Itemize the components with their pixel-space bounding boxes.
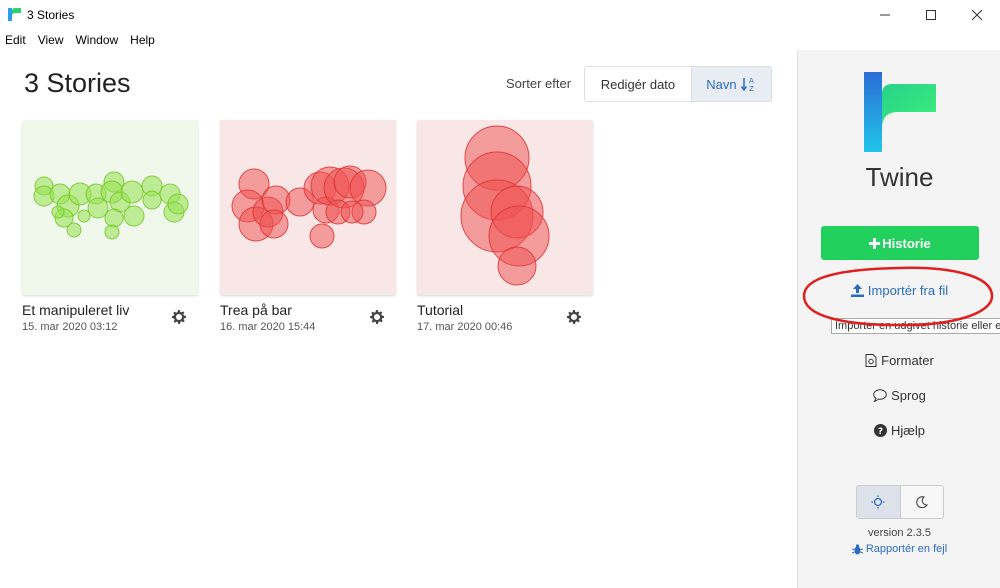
menu-help[interactable]: Help bbox=[130, 33, 155, 47]
minimize-button[interactable] bbox=[862, 0, 908, 30]
question-circle-icon: ? bbox=[874, 424, 888, 437]
upload-icon bbox=[850, 284, 864, 297]
sidebar: Twine Historie Importér fra fil Importer… bbox=[797, 50, 1000, 588]
maximize-button[interactable] bbox=[908, 0, 954, 30]
twine-logo-icon bbox=[8, 8, 21, 21]
story-thumbnail[interactable] bbox=[417, 120, 593, 295]
report-bug-link[interactable]: Rapportér en fejl bbox=[798, 543, 1000, 555]
new-story-label: Historie bbox=[882, 235, 931, 251]
sort-by-name-label: Navn bbox=[706, 76, 737, 92]
menu-window[interactable]: Window bbox=[75, 33, 118, 47]
help-label: Hjælp bbox=[891, 423, 925, 438]
close-icon bbox=[972, 10, 982, 20]
story-card[interactable]: Et manipuleret liv 15. mar 2020 03:12 bbox=[22, 120, 198, 333]
maximize-icon bbox=[926, 10, 936, 20]
gear-icon[interactable] bbox=[567, 310, 581, 324]
svg-text:A: A bbox=[749, 77, 754, 85]
window-titlebar: 3 Stories bbox=[0, 0, 1000, 30]
story-map-preview bbox=[33, 171, 189, 240]
plus-icon bbox=[869, 237, 881, 249]
new-story-button[interactable]: Historie bbox=[821, 226, 979, 260]
document-icon bbox=[865, 354, 877, 367]
sort-alpha-icon: A Z bbox=[740, 77, 754, 92]
story-card[interactable]: Trea på bar 16. mar 2020 15:44 bbox=[220, 120, 396, 333]
svg-text:?: ? bbox=[878, 427, 883, 437]
import-label: Importér fra fil bbox=[867, 283, 949, 298]
report-label: Rapportér en fejl bbox=[865, 543, 948, 555]
window-title: 3 Stories bbox=[27, 8, 75, 22]
dark-theme-button[interactable] bbox=[899, 486, 943, 518]
sort-toggle: Redigér dato Navn A Z bbox=[584, 66, 772, 102]
gear-icon[interactable] bbox=[172, 310, 186, 324]
sort-by-name-button[interactable]: Navn A Z bbox=[691, 67, 771, 101]
sun-icon bbox=[871, 495, 885, 509]
import-tooltip: Importer en udgivet historie eller et ar… bbox=[831, 318, 1000, 334]
story-library: 3 Stories Sorter efter Redigér dato Navn… bbox=[0, 50, 797, 588]
story-thumbnail[interactable] bbox=[22, 120, 198, 295]
sort-label: Sorter efter bbox=[506, 76, 572, 91]
svg-text:Z: Z bbox=[749, 85, 754, 92]
page-title: 3 Stories bbox=[24, 68, 131, 98]
story-map-preview bbox=[460, 125, 550, 286]
close-button[interactable] bbox=[954, 0, 1000, 30]
formats-button[interactable]: Formater bbox=[798, 353, 1000, 368]
menu-bar: Edit View Window Help bbox=[0, 30, 1000, 50]
menu-view[interactable]: View bbox=[38, 33, 64, 47]
light-theme-button[interactable] bbox=[857, 486, 900, 518]
gear-icon[interactable] bbox=[370, 310, 384, 324]
bug-icon bbox=[851, 543, 863, 554]
import-from-file-button[interactable]: Importér fra fil bbox=[798, 283, 1000, 298]
story-map-preview bbox=[231, 165, 387, 249]
language-label: Sprog bbox=[891, 388, 926, 403]
story-card[interactable]: Tutorial 17. mar 2020 00:46 bbox=[417, 120, 593, 333]
story-thumbnail[interactable] bbox=[220, 120, 396, 295]
version-label: version 2.3.5 bbox=[868, 527, 931, 539]
language-button[interactable]: Sprog bbox=[798, 388, 1000, 403]
twine-logo-icon bbox=[864, 72, 936, 152]
speech-bubble-icon bbox=[873, 389, 887, 402]
sort-by-date-label: Redigér dato bbox=[600, 76, 676, 92]
formats-label: Formater bbox=[881, 353, 934, 368]
brand-name: Twine bbox=[865, 162, 934, 192]
minimize-icon bbox=[880, 14, 890, 16]
help-button[interactable]: ? Hjælp bbox=[798, 423, 1000, 438]
menu-edit[interactable]: Edit bbox=[5, 33, 26, 47]
moon-icon bbox=[916, 496, 928, 508]
sort-by-date-button[interactable]: Redigér dato bbox=[585, 67, 692, 101]
theme-toggle bbox=[856, 485, 944, 519]
